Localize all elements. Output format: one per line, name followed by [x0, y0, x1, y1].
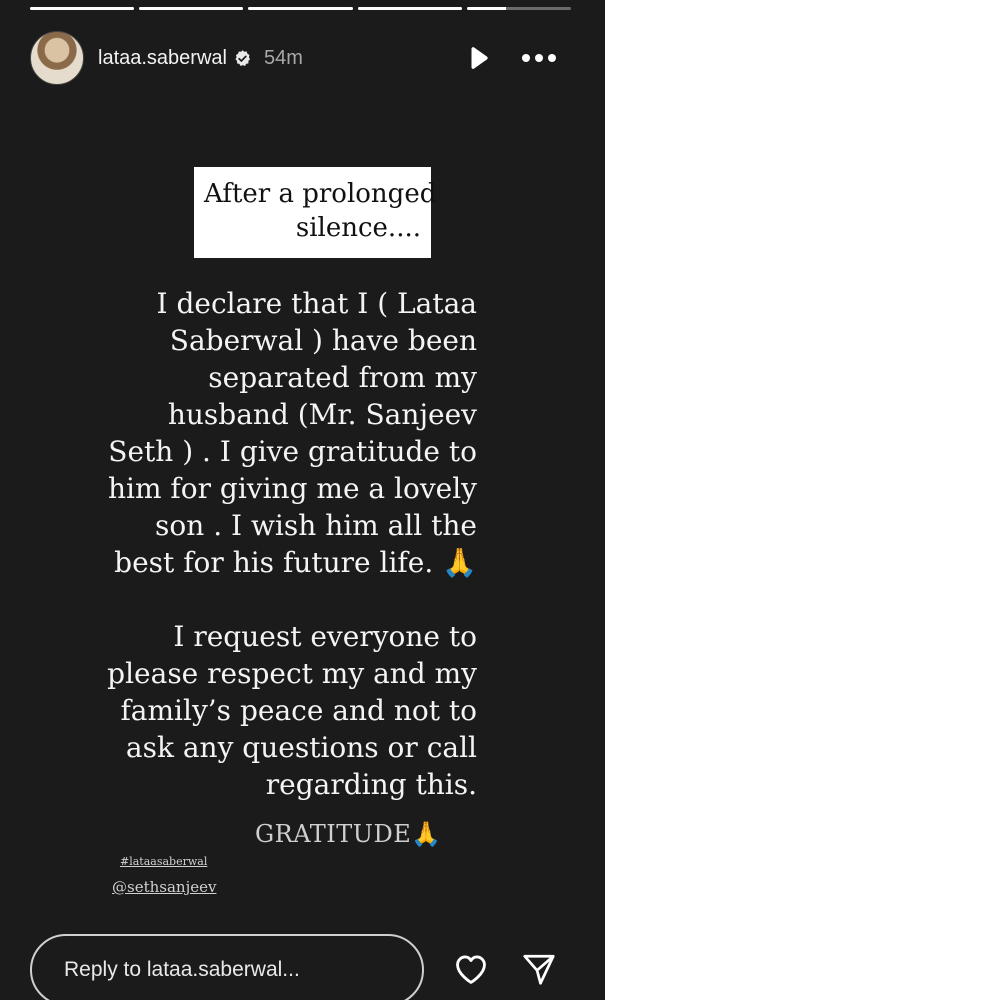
heart-icon[interactable] [451, 950, 491, 988]
statement-line: ask any questions or call [125, 731, 477, 764]
story-header: lataa.saberwal 54m [30, 31, 571, 85]
statement-line: separated from my [208, 361, 477, 394]
progress-fill [248, 7, 353, 10]
progress-fill [30, 7, 135, 10]
statement-line: him for giving me a lovely [107, 472, 477, 505]
progress-segment [139, 7, 244, 10]
progress-segment [466, 7, 572, 10]
statement-line: please respect my and my [107, 657, 477, 690]
progress-fill [466, 7, 507, 10]
story-title-box: After a prolonged silence.... [194, 167, 437, 258]
title-line: After a prolonged [204, 179, 437, 209]
statement-line: family’s peace and not to [120, 694, 477, 727]
statement-line: son . I wish him all the [155, 509, 477, 542]
post-time: 54m [263, 46, 303, 69]
closing-text: GRATITUDE🙏 [255, 820, 442, 848]
send-icon[interactable] [520, 951, 558, 987]
progress-fill [357, 7, 462, 10]
statement-line: Saberwal ) have been [169, 324, 477, 357]
progress-segment [357, 7, 462, 10]
hashtag-sticker[interactable]: #lataasaberwal [120, 855, 207, 868]
statement-line: husband (Mr. Sanjeev [167, 398, 477, 431]
more-icon[interactable] [521, 51, 557, 65]
statement-line: I request everyone to [173, 620, 477, 653]
progress-segment [30, 7, 135, 10]
statement-line: regarding this. [265, 768, 477, 801]
statement-line: best for his future life. 🙏 [114, 546, 477, 579]
play-icon[interactable] [465, 45, 491, 71]
username-link[interactable]: lataa.saberwal [98, 47, 227, 70]
progress-segment [248, 7, 353, 10]
progress-fill [139, 7, 244, 10]
story-viewer: lataa.saberwal 54m After a prolonged sil… [0, 0, 605, 1000]
story-progress-bar [30, 7, 572, 11]
statement-line: I declare that I ( Lataa [156, 287, 477, 320]
mention-sticker[interactable]: @sethsanjeev [112, 878, 216, 896]
story-statement: I declare that I ( Lataa Saberwal ) have … [57, 285, 477, 803]
title-line: silence.... [295, 213, 421, 243]
profile-avatar[interactable] [30, 31, 84, 85]
reply-input[interactable] [30, 934, 424, 1000]
statement-line: Seth ) . I give gratitude to [108, 435, 477, 468]
verified-badge-icon [235, 49, 250, 66]
